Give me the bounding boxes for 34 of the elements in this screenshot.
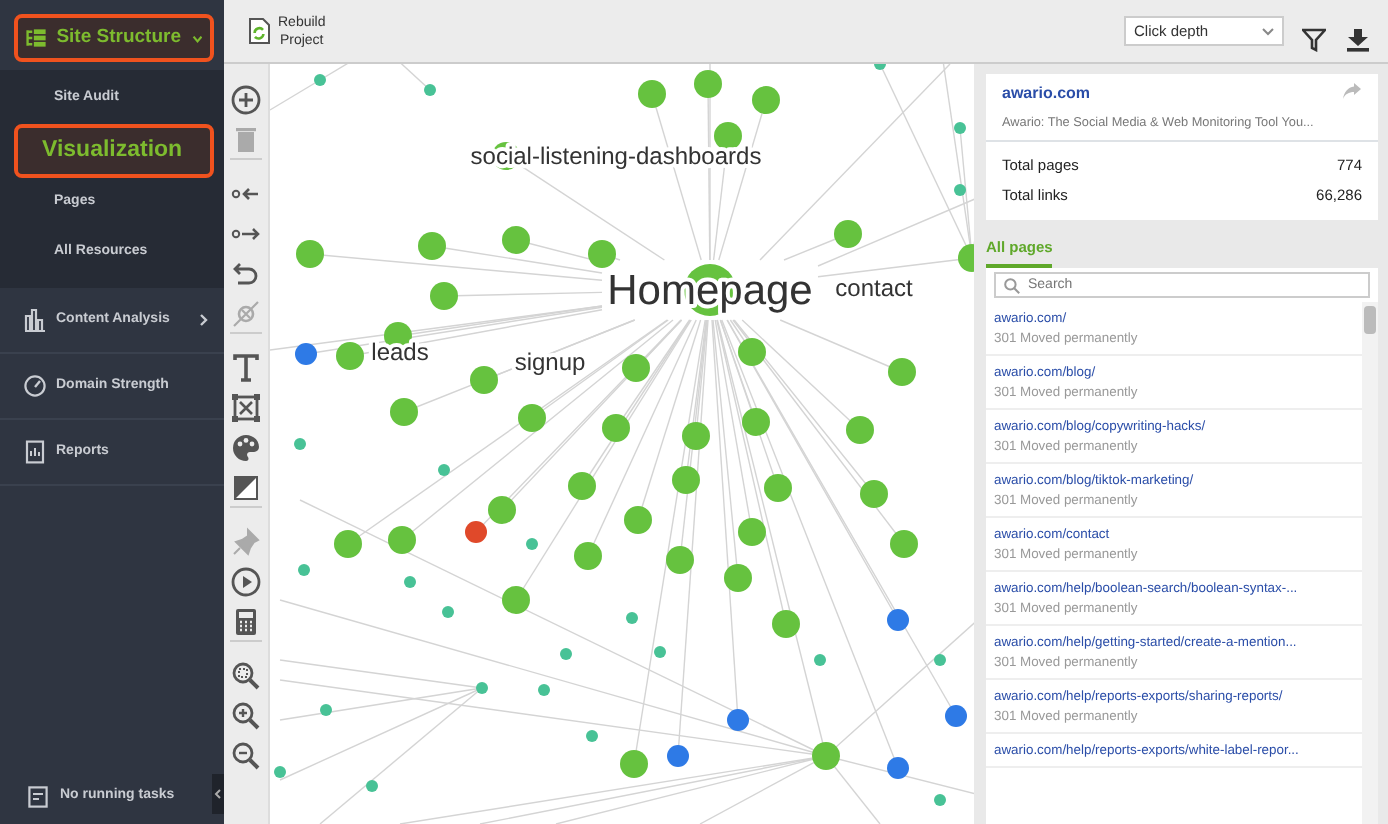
pin-icon xyxy=(230,525,262,558)
sidebar-subitem[interactable]: Visualization xyxy=(14,123,214,178)
download-icon xyxy=(1346,28,1370,53)
chevron-icon xyxy=(191,33,202,44)
zoom-in-icon xyxy=(230,699,262,732)
site-structure-menu[interactable]: Site Structure xyxy=(14,14,214,63)
contrast-icon xyxy=(230,471,262,504)
zoom-fit-icon xyxy=(230,659,262,692)
play-icon xyxy=(230,565,262,598)
tree-icon xyxy=(26,26,47,51)
palette-icon xyxy=(230,431,262,464)
filter-icon xyxy=(1302,28,1326,53)
domain-link[interactable]: awario.com xyxy=(1002,82,1342,106)
node-label: contact xyxy=(835,274,913,302)
gauge-icon xyxy=(24,374,46,398)
frame-icon xyxy=(230,391,262,424)
zoom-out-icon xyxy=(230,739,262,772)
trash-icon xyxy=(230,123,262,156)
unlink-icon xyxy=(230,297,262,330)
caret-icon xyxy=(1262,27,1274,35)
tasks-icon xyxy=(28,786,48,808)
share-arrow-icon xyxy=(1342,82,1362,100)
rebuild-icon xyxy=(248,18,270,44)
calculator-icon xyxy=(230,605,262,638)
add-icon xyxy=(230,83,262,116)
chart-icon xyxy=(24,308,46,332)
undo-icon xyxy=(230,257,262,290)
node-label: signup xyxy=(514,348,586,376)
node-label: leads xyxy=(371,338,429,366)
text-icon xyxy=(230,351,262,384)
search-icon xyxy=(1004,277,1020,294)
report-icon xyxy=(24,440,46,464)
scrollbar-thumb[interactable] xyxy=(1364,305,1376,334)
collapse-tab[interactable] xyxy=(212,774,224,814)
